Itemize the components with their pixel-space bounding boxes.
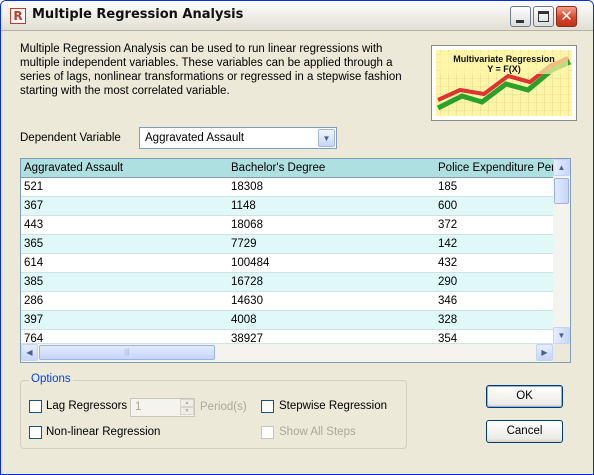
- grid-header: Aggravated Assault Bachelor's Degree Pol…: [21, 159, 553, 178]
- column-header[interactable]: Aggravated Assault: [21, 159, 228, 178]
- dialog-window: R Multiple Regression Analysis ✕ Multipl…: [0, 0, 594, 475]
- table-cell[interactable]: 7729: [228, 235, 435, 253]
- maximize-icon: [538, 11, 549, 22]
- options-group: [20, 380, 407, 449]
- horizontal-scrollbar[interactable]: ◀ ||| ▶: [21, 344, 553, 362]
- vertical-scrollbar[interactable]: ▲ ▼: [553, 159, 570, 344]
- table-cell[interactable]: 18308: [228, 178, 435, 196]
- scroll-down-icon[interactable]: ▼: [553, 327, 570, 344]
- minimize-button[interactable]: [510, 6, 531, 27]
- table-cell[interactable]: 4008: [228, 311, 435, 329]
- title-bar[interactable]: R Multiple Regression Analysis ✕: [1, 1, 593, 31]
- table-row[interactable]: 286 14630 346: [21, 292, 553, 311]
- scroll-left-icon[interactable]: ◀: [21, 344, 38, 361]
- dependent-variable-label: Dependent Variable: [20, 132, 121, 144]
- table-cell[interactable]: 521: [21, 178, 228, 196]
- scroll-up-icon[interactable]: ▲: [553, 159, 570, 176]
- horizontal-scroll-thumb[interactable]: |||: [39, 345, 215, 360]
- table-cell[interactable]: 290: [435, 273, 553, 291]
- table-cell[interactable]: 100484: [228, 254, 435, 272]
- stepper-down-icon[interactable]: ▼: [180, 407, 194, 415]
- table-cell[interactable]: 367: [21, 197, 228, 215]
- table-cell[interactable]: 14630: [228, 292, 435, 310]
- dependent-variable-value: Aggravated Assault: [145, 132, 245, 144]
- table-cell[interactable]: 346: [435, 292, 553, 310]
- lag-regressors-checkbox[interactable]: [29, 400, 42, 413]
- table-row[interactable]: 367 1148 600: [21, 197, 553, 216]
- table-row[interactable]: 614 100484 432: [21, 254, 553, 273]
- lag-periods-stepper[interactable]: 1 ▲ ▼: [130, 398, 195, 417]
- table-cell[interactable]: 328: [435, 311, 553, 329]
- column-header[interactable]: Police Expenditure Per: [435, 159, 553, 178]
- table-row[interactable]: 385 16728 290: [21, 273, 553, 292]
- maximize-button[interactable]: [533, 6, 554, 27]
- table-cell[interactable]: 18068: [228, 216, 435, 234]
- table-cell[interactable]: 354: [435, 330, 553, 343]
- logo-formula: Y = F(X): [487, 64, 521, 74]
- regression-logo: Multivariate Regression Y = F(X): [431, 45, 577, 121]
- table-cell[interactable]: 16728: [228, 273, 435, 291]
- table-cell[interactable]: 185: [435, 178, 553, 196]
- close-icon: ✕: [560, 7, 573, 25]
- table-cell[interactable]: 600: [435, 197, 553, 215]
- nonlinear-regression-checkbox[interactable]: [29, 426, 42, 439]
- table-cell[interactable]: 432: [435, 254, 553, 272]
- table-row[interactable]: 397 4008 328: [21, 311, 553, 330]
- table-row[interactable]: 443 18068 372: [21, 216, 553, 235]
- close-button[interactable]: ✕: [556, 6, 577, 27]
- table-cell[interactable]: 397: [21, 311, 228, 329]
- scroll-corner: [553, 344, 570, 362]
- show-all-steps-label: Show All Steps: [279, 426, 356, 438]
- minimize-icon: [516, 20, 524, 23]
- description-text: Multiple Regression Analysis can be used…: [20, 43, 402, 97]
- cancel-button[interactable]: Cancel: [486, 420, 563, 443]
- table-row[interactable]: 365 7729 142: [21, 235, 553, 254]
- chevron-down-icon[interactable]: ▼: [318, 129, 335, 147]
- column-header[interactable]: Bachelor's Degree: [228, 159, 435, 178]
- table-cell[interactable]: 443: [21, 216, 228, 234]
- table-cell[interactable]: 365: [21, 235, 228, 253]
- dependent-variable-select[interactable]: Aggravated Assault ▼: [139, 127, 337, 149]
- stepper-buttons: ▲ ▼: [180, 399, 194, 416]
- table-cell[interactable]: 1148: [228, 197, 435, 215]
- table-cell[interactable]: 614: [21, 254, 228, 272]
- stepwise-regression-checkbox[interactable]: [261, 400, 274, 413]
- window-title: Multiple Regression Analysis: [32, 7, 244, 22]
- app-logo-icon: R: [10, 8, 26, 24]
- periods-label: Period(s): [200, 401, 247, 413]
- table-cell[interactable]: 142: [435, 235, 553, 253]
- table-cell[interactable]: 385: [21, 273, 228, 291]
- lag-periods-value: 1: [135, 401, 142, 413]
- table-cell[interactable]: 764: [21, 330, 228, 343]
- data-grid[interactable]: Aggravated Assault Bachelor's Degree Pol…: [20, 158, 571, 363]
- show-all-steps-checkbox[interactable]: [261, 426, 274, 439]
- logo-title: Multivariate Regression: [453, 54, 555, 64]
- table-cell[interactable]: 372: [435, 216, 553, 234]
- lag-regressors-label: Lag Regressors: [46, 400, 128, 412]
- stepwise-regression-label: Stepwise Regression: [279, 400, 388, 412]
- stepper-up-icon[interactable]: ▲: [180, 399, 194, 407]
- regression-chart-icon: Multivariate Regression Y = F(X): [436, 50, 572, 116]
- table-row[interactable]: 521 18308 185: [21, 178, 553, 197]
- nonlinear-regression-label: Non-linear Regression: [46, 426, 161, 438]
- options-group-label: Options: [29, 373, 73, 385]
- ok-button[interactable]: OK: [486, 385, 563, 408]
- table-row[interactable]: 764 38927 354: [21, 330, 553, 344]
- table-cell[interactable]: 286: [21, 292, 228, 310]
- scroll-right-icon[interactable]: ▶: [536, 344, 553, 361]
- table-cell[interactable]: 38927: [228, 330, 435, 343]
- vertical-scroll-thumb[interactable]: [554, 178, 569, 204]
